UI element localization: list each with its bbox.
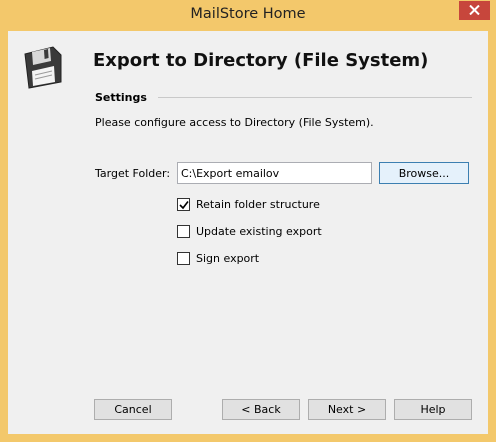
settings-section-label: Settings: [95, 91, 147, 104]
checkbox-label: Sign export: [196, 252, 260, 265]
checkbox-label: Update existing export: [196, 225, 322, 238]
checkbox-box[interactable]: [177, 225, 190, 238]
title-bar[interactable]: MailStore Home: [0, 0, 496, 31]
floppy-disk-icon: [19, 44, 65, 90]
checkbox-box[interactable]: [177, 198, 190, 211]
instructions-text: Please configure access to Directory (Fi…: [95, 116, 374, 129]
cancel-button[interactable]: Cancel: [94, 399, 172, 420]
target-folder-label: Target Folder:: [95, 167, 171, 180]
checkmark-icon: [179, 201, 189, 210]
back-button[interactable]: < Back: [222, 399, 300, 420]
dialog-window: MailStore Home Export to Directory (File…: [0, 0, 496, 442]
help-button[interactable]: Help: [394, 399, 472, 420]
close-icon: [469, 5, 480, 15]
section-divider: [158, 97, 472, 98]
browse-button[interactable]: Browse...: [379, 162, 469, 184]
checkbox-box[interactable]: [177, 252, 190, 265]
target-folder-input[interactable]: [177, 162, 372, 184]
close-button[interactable]: [459, 1, 490, 20]
dialog-content: Export to Directory (File System) Settin…: [8, 31, 488, 434]
next-button[interactable]: Next >: [308, 399, 386, 420]
page-title: Export to Directory (File System): [93, 50, 429, 71]
window-title: MailStore Home: [190, 6, 306, 22]
checkbox-label: Retain folder structure: [196, 198, 320, 211]
